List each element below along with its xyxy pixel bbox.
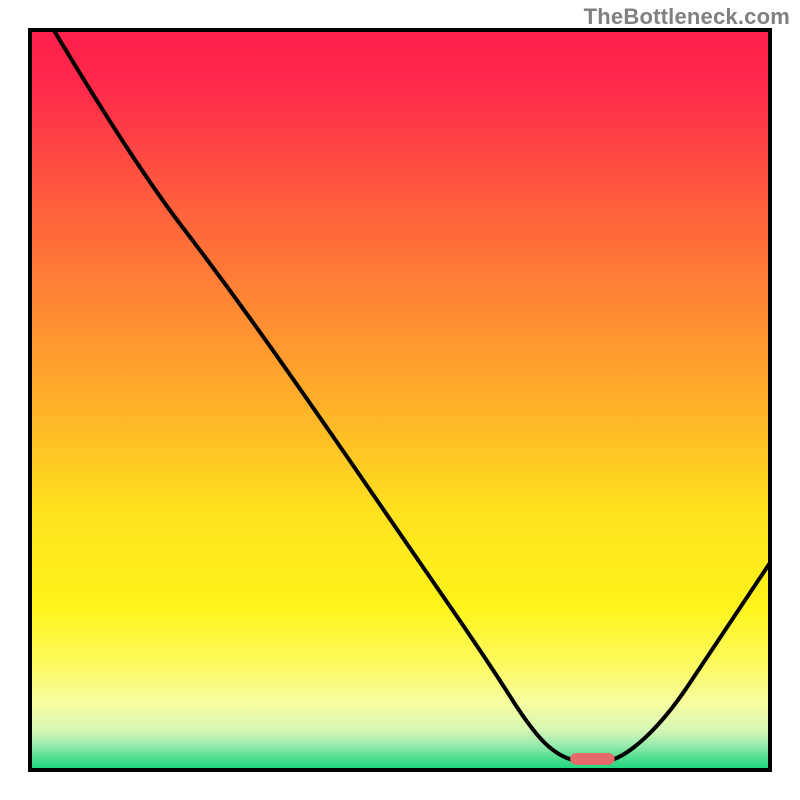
chart-canvas: TheBottleneck.com bbox=[0, 0, 800, 800]
chart-svg bbox=[0, 0, 800, 800]
